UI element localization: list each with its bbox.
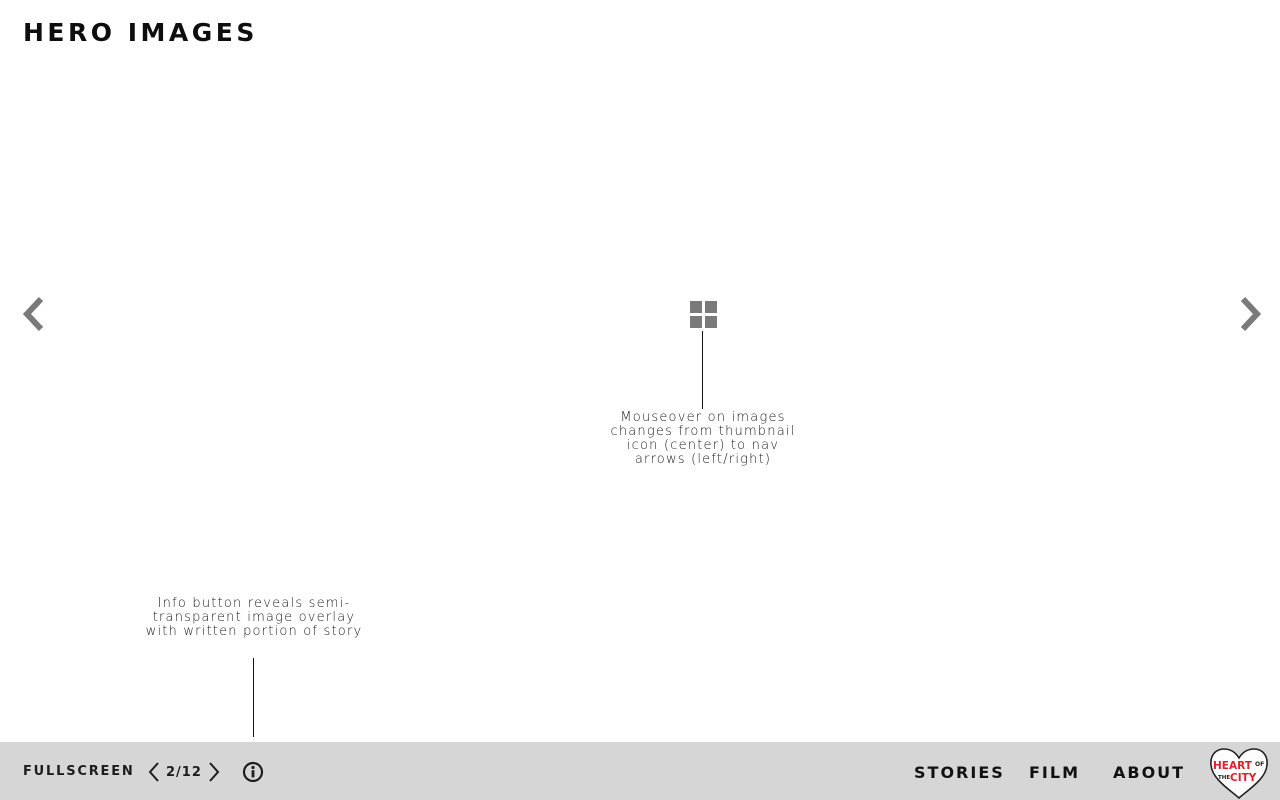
chevron-left-icon	[22, 296, 44, 332]
prev-image-arrow[interactable]	[21, 296, 47, 332]
thumbnail-grid-button[interactable]	[690, 301, 717, 328]
heart-logo-icon: HEART OF THE CITY	[1210, 748, 1268, 800]
logo-text-the: THE	[1218, 775, 1230, 781]
info-button[interactable]	[242, 761, 264, 783]
fullscreen-button[interactable]: FULLSCREEN	[23, 764, 135, 779]
grid-icon	[690, 301, 717, 328]
annotation-line-info	[253, 658, 254, 737]
chevron-right-icon	[1240, 296, 1262, 332]
pager: 2/12	[146, 760, 222, 784]
page-title: HERO IMAGES	[23, 18, 258, 47]
annotation-line-center	[702, 331, 703, 409]
pager-count: 2/12	[166, 764, 202, 780]
annotation-center-note: Mouseover on images changes from thumbna…	[610, 410, 796, 467]
pager-prev-button[interactable]	[146, 761, 162, 783]
logo-text-of: OF	[1255, 761, 1264, 768]
info-icon	[242, 761, 264, 783]
nav-about[interactable]: ABOUT	[1113, 763, 1185, 782]
logo-text-city: CITY	[1230, 772, 1257, 784]
annotation-info-note: Info button reveals semi-transparent ima…	[145, 596, 363, 639]
nav-film[interactable]: FILM	[1029, 763, 1080, 782]
page: HERO IMAGES Mouseover on images changes …	[0, 0, 1280, 800]
footer-bar: FULLSCREEN 2/12 STORIES FILM ABOUT HEART…	[0, 742, 1280, 800]
heart-of-the-city-logo[interactable]: HEART OF THE CITY	[1208, 746, 1270, 800]
chevron-left-icon	[148, 762, 159, 782]
nav-stories[interactable]: STORIES	[914, 763, 1005, 782]
logo-text-heart: HEART	[1213, 760, 1253, 772]
next-image-arrow[interactable]	[1237, 296, 1263, 332]
pager-next-button[interactable]	[206, 761, 222, 783]
chevron-right-icon	[209, 762, 220, 782]
